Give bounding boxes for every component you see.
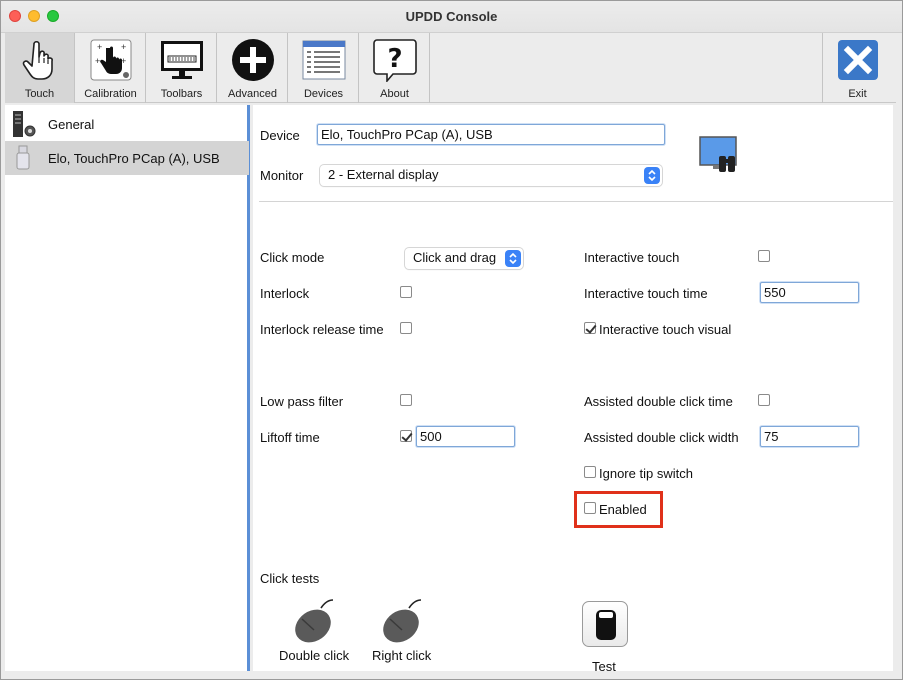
low-pass-filter-checkbox[interactable] [400,394,412,406]
low-pass-filter-label: Low pass filter [260,394,344,409]
toolbar-exit-label: Exit [848,88,867,100]
interactive-touch-time-label: Interactive touch time [584,286,708,301]
toolbar-calibration-label: Calibration [84,88,137,100]
toolbar-devices-button[interactable]: Devices [289,33,359,103]
usb-icon [16,145,30,170]
liftoff-time-label: Liftoff time [260,430,320,445]
monitor-select[interactable]: 2 - External display [320,165,662,186]
assisted-double-click-time-checkbox[interactable] [758,394,770,406]
right-click-label: Right click [372,648,432,663]
interactive-touch-visual-checkbox[interactable] [584,322,596,334]
test-label: Test [592,659,616,674]
toolbar-advanced-button[interactable]: Advanced [218,33,288,103]
section-divider [259,201,893,202]
toolbars-icon [161,41,203,79]
touch-test-icon [596,610,616,640]
liftoff-time-checkbox[interactable] [400,430,412,442]
double-click-mouse-icon[interactable] [291,598,339,646]
interactive-touch-checkbox[interactable] [758,250,770,262]
assisted-double-click-width-label: Assisted double click width [584,430,739,445]
sidebar-item-general[interactable]: General [5,107,249,141]
click-mode-select-value: Click and drag [413,250,497,265]
interactive-touch-visual-label: Interactive touch visual [599,322,732,337]
svg-text:+: + [121,42,126,52]
click-mode-select[interactable]: Click and drag [405,248,523,269]
hand-touch-icon [22,40,53,80]
plus-circle-icon [232,39,274,81]
double-click-label: Double click [279,648,350,663]
sidebar-item-elo-device[interactable]: Elo, TouchPro PCap (A), USB [5,141,249,175]
select-arrows-icon [505,250,521,267]
svg-text:+: + [95,56,100,66]
select-arrows-icon [644,167,660,184]
toolbar-touch-label: Touch [24,88,55,100]
interlock-checkbox[interactable] [400,286,412,298]
click-mode-label: Click mode [260,250,325,265]
interlock-release-time-checkbox[interactable] [400,322,412,334]
ignore-tip-switch-checkbox[interactable] [584,466,596,478]
exit-x-icon [838,40,878,80]
device-sidebar: General Elo, TouchPro PCap (A), USB [5,105,250,671]
toolbar-about-button[interactable]: ? About [360,33,430,103]
enabled-checkbox[interactable] [584,502,596,514]
svg-text:+: + [97,42,102,52]
touch-settings-panel: Device Elo, TouchPro PCap (A), USB Monit… [253,105,893,674]
right-click-mouse-icon[interactable] [379,598,427,646]
interactive-touch-label: Interactive touch [584,250,680,265]
toolbar-toolbars-label: Toolbars [160,88,203,100]
svg-text:?: ? [387,44,402,74]
sidebar-item-label: Elo, TouchPro PCap (A), USB [48,151,220,166]
calibration-icon: + + + + [90,39,132,81]
assisted-double-click-time-label: Assisted double click time [584,394,733,409]
toolbar-about-label: About [380,88,409,100]
enabled-label: Enabled [599,502,647,517]
toolbar-advanced-label: Advanced [228,88,277,100]
title-bar: UPDD Console [1,1,902,33]
click-tests-title: Click tests [260,571,320,586]
devices-icon [302,40,346,80]
toolbar: Touch + + + + Calibration Toolbars Advan… [5,33,896,103]
device-name-field[interactable]: Elo, TouchPro PCap (A), USB [317,124,665,145]
toolbar-devices-label: Devices [303,88,344,100]
general-settings-icon [13,111,36,137]
test-button[interactable] [582,601,628,647]
identify-monitor-icon[interactable] [699,136,739,176]
interactive-touch-time-field[interactable]: 550 [760,282,859,303]
window-title: UPDD Console [405,9,498,24]
monitor-select-value: 2 - External display [328,167,439,182]
interlock-release-time-label: Interlock release time [260,322,384,337]
updd-console-window: UPDD Console Touch + + + + Calibration T… [0,0,903,680]
toolbar-exit-button[interactable]: Exit [822,33,892,103]
toolbar-calibration-button[interactable]: + + + + Calibration [76,33,146,103]
assisted-double-click-width-field[interactable]: 75 [760,426,859,447]
monitor-label: Monitor [260,168,304,183]
toolbar-touch-button[interactable]: Touch [5,33,75,103]
sidebar-item-label: General [48,117,95,132]
ignore-tip-switch-label: Ignore tip switch [599,466,693,481]
interlock-label: Interlock [260,286,310,301]
toolbar-toolbars-button[interactable]: Toolbars [147,33,217,103]
device-label: Device [260,128,300,143]
question-bubble-icon: ? [373,39,417,82]
liftoff-time-field[interactable]: 500 [416,426,515,447]
